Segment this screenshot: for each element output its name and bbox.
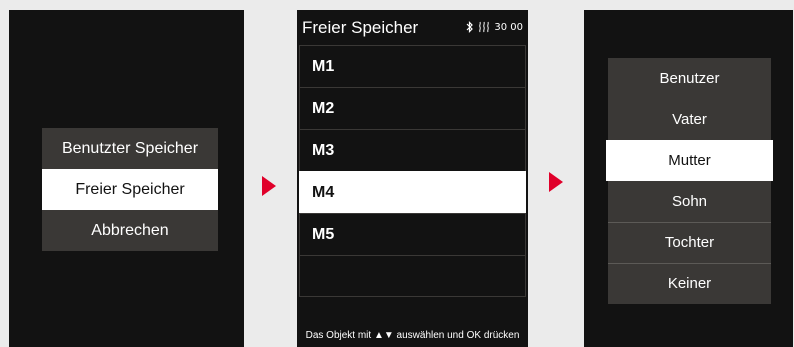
memory-slot-m5[interactable]: M5 [299,213,526,255]
memory-slot-m1[interactable]: M1 [299,45,526,87]
heat-icon [479,21,490,33]
menu-item-free-memory[interactable]: Freier Speicher [42,169,218,210]
user-menu: Benutzer Vater Mutter Sohn Tochter Keine… [606,58,773,304]
screen-title: Freier Speicher [302,17,419,37]
memory-slot-m4[interactable]: M4 [299,171,526,213]
next-step-arrow-icon [549,172,563,192]
memory-menu: Benutzter Speicher Freier Speicher Abbre… [42,128,218,251]
free-memory-screen: Freier Speicher 30 00 M1 M2 M3 M4 M5 Das… [297,10,528,347]
menu-item-used-memory[interactable]: Benutzter Speicher [42,128,218,169]
memory-slot-list: M1 M2 M3 M4 M5 [299,45,526,297]
status-icons: 30 00 [466,21,523,33]
menu-item-mutter[interactable]: Mutter [606,140,773,181]
memory-menu-screen: Benutzter Speicher Freier Speicher Abbre… [9,10,244,347]
menu-item-cancel[interactable]: Abbrechen [42,210,218,251]
memory-slot-empty [299,255,526,297]
menu-item-keiner[interactable]: Keiner [608,263,771,304]
timer-readout: 30 00 [494,21,523,33]
menu-item-vater[interactable]: Vater [608,99,771,140]
next-step-arrow-icon [262,176,276,196]
bluetooth-icon [466,21,474,33]
menu-item-tochter[interactable]: Tochter [608,222,771,263]
memory-slot-m3[interactable]: M3 [299,129,526,171]
instruction-text: Das Objekt mit ▲▼ auswählen und OK drück… [305,330,520,341]
user-select-screen: Benutzer Vater Mutter Sohn Tochter Keine… [584,10,793,347]
screen-header: Freier Speicher 30 00 [297,10,528,45]
menu-item-user-header: Benutzer [659,70,720,87]
memory-slot-m2[interactable]: M2 [299,87,526,129]
menu-item-sohn[interactable]: Sohn [608,181,771,222]
